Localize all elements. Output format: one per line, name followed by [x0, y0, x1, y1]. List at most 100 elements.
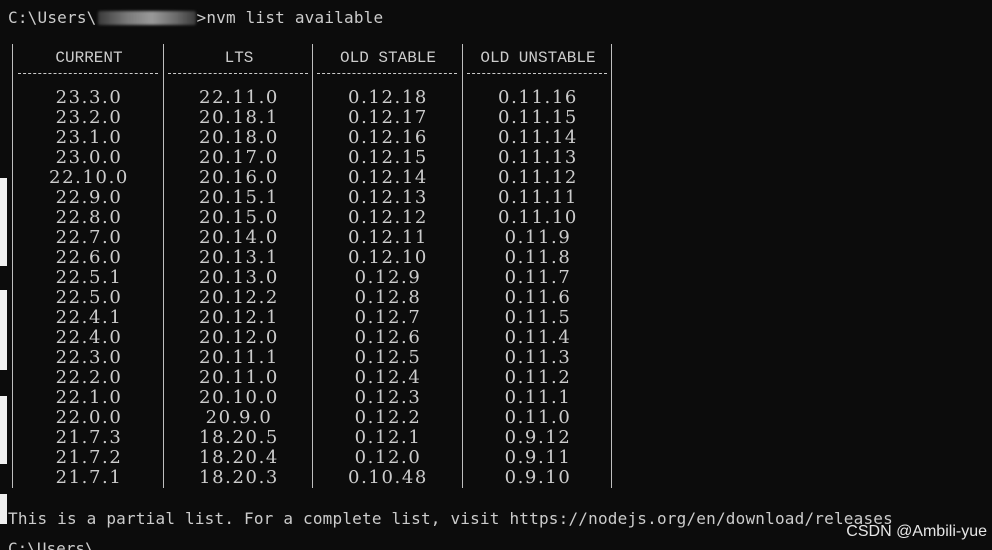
version-cell: 21.7.1 — [55, 467, 123, 488]
column-header-lts: LTS — [224, 49, 254, 67]
column-header-current: CURRENT — [55, 49, 123, 67]
version-cell: 22.6.0 — [55, 247, 123, 268]
version-cell: 20.12.0 — [199, 327, 279, 348]
version-cell: 22.1.0 — [55, 387, 123, 408]
version-cell: 18.20.5 — [199, 427, 279, 448]
version-cell: 0.11.8 — [504, 247, 572, 268]
version-cell: 20.9.0 — [205, 407, 273, 428]
version-cell: 0.11.0 — [504, 407, 572, 428]
version-cell: 0.11.16 — [498, 87, 578, 108]
partial-list-notice: This is a partial list. For a complete l… — [8, 509, 893, 528]
version-cell: 0.9.10 — [504, 467, 572, 488]
version-cell: 0.11.9 — [504, 227, 572, 248]
version-cell: 0.11.7 — [504, 267, 572, 288]
version-cell: 0.11.13 — [498, 147, 578, 168]
redacted-username — [97, 11, 196, 25]
column-divider — [163, 44, 164, 488]
version-cell: 20.12.1 — [199, 307, 279, 328]
version-cell: 0.9.12 — [504, 427, 572, 448]
version-cell: 0.12.3 — [354, 387, 422, 408]
version-cell: 22.8.0 — [55, 207, 123, 228]
version-cell: 23.0.0 — [55, 147, 123, 168]
version-cell: 20.18.1 — [199, 107, 279, 128]
next-prompt-line: C:\Users\ — [8, 541, 95, 550]
version-cell: 0.11.5 — [504, 307, 572, 328]
version-cell: 0.12.2 — [354, 407, 422, 428]
version-cell: 20.18.0 — [199, 127, 279, 148]
version-cell: 22.4.1 — [55, 307, 123, 328]
version-cell: 0.12.5 — [354, 347, 422, 368]
version-cell: 22.9.0 — [55, 187, 123, 208]
version-cell: 0.12.13 — [348, 187, 428, 208]
version-cell: 20.12.2 — [199, 287, 279, 308]
version-cell: 0.12.12 — [348, 207, 428, 228]
version-cell: 20.13.0 — [199, 267, 279, 288]
version-cell: 23.2.0 — [55, 107, 123, 128]
version-cell: 23.1.0 — [55, 127, 123, 148]
header-separator — [168, 73, 308, 76]
version-cell: 20.17.0 — [199, 147, 279, 168]
version-cell: 0.12.11 — [348, 227, 428, 248]
header-separator — [18, 73, 158, 76]
version-cell: 22.10.0 — [49, 167, 129, 188]
header-separator — [467, 73, 607, 76]
version-cell: 0.11.4 — [504, 327, 572, 348]
background-window-edge — [0, 0, 7, 550]
version-cell: 22.5.0 — [55, 287, 123, 308]
version-cell: 21.7.2 — [55, 447, 123, 468]
version-cell: 0.12.10 — [348, 247, 428, 268]
version-cell: 0.12.9 — [354, 267, 422, 288]
prompt-path-prefix: C:\Users\ — [8, 8, 97, 27]
version-cell: 0.9.11 — [504, 447, 572, 468]
version-cell: 20.16.0 — [199, 167, 279, 188]
column-divider — [12, 44, 13, 488]
typed-command: nvm list available — [206, 8, 384, 27]
version-cell: 0.12.18 — [348, 87, 428, 108]
column-divider — [611, 44, 612, 488]
version-cell: 22.0.0 — [55, 407, 123, 428]
version-cell: 20.11.0 — [199, 367, 279, 388]
version-cell: 18.20.3 — [199, 467, 279, 488]
version-cell: 0.12.17 — [348, 107, 428, 128]
version-cell: 0.11.1 — [504, 387, 572, 408]
version-cell: 22.5.1 — [55, 267, 123, 288]
version-cell: 0.12.4 — [354, 367, 422, 388]
version-cell: 0.12.15 — [348, 147, 428, 168]
version-cell: 0.11.6 — [504, 287, 572, 308]
version-cell: 20.15.0 — [199, 207, 279, 228]
version-cell: 0.12.14 — [348, 167, 428, 188]
version-cell: 0.12.8 — [354, 287, 422, 308]
version-cell: 20.10.0 — [199, 387, 279, 408]
header-separator — [317, 73, 457, 76]
version-cell: 22.3.0 — [55, 347, 123, 368]
version-cell: 22.11.0 — [199, 87, 279, 108]
version-cell: 20.11.1 — [199, 347, 279, 368]
version-cell: 0.12.16 — [348, 127, 428, 148]
version-cell: 22.7.0 — [55, 227, 123, 248]
version-cell: 20.15.1 — [199, 187, 279, 208]
csdn-watermark: CSDN @Ambili-yue — [846, 523, 987, 540]
version-cell: 0.11.15 — [498, 107, 578, 128]
column-divider — [312, 44, 313, 488]
version-cell: 20.14.0 — [199, 227, 279, 248]
version-cell: 18.20.4 — [199, 447, 279, 468]
version-cell: 23.3.0 — [55, 87, 123, 108]
terminal-window[interactable]: C:\Users\ >nvm list available CURRENT LTS O… — [0, 0, 992, 550]
version-cell: 0.10.48 — [348, 467, 428, 488]
version-cell: 20.13.1 — [199, 247, 279, 268]
versions-table: CURRENT LTS OLD STABLE OLD UNSTABLE 23.3.0 22… — [8, 44, 618, 489]
version-cell: 0.11.3 — [504, 347, 572, 368]
version-cell: 0.12.6 — [354, 327, 422, 348]
version-cell: 0.12.0 — [354, 447, 422, 468]
version-cell: 0.11.14 — [498, 127, 578, 148]
column-header-old-unstable: OLD UNSTABLE — [480, 49, 596, 67]
column-divider — [462, 44, 463, 488]
version-cell: 0.11.12 — [498, 167, 578, 188]
version-cell: 0.11.11 — [498, 187, 578, 208]
version-cell: 0.11.2 — [504, 367, 572, 388]
version-cell: 22.2.0 — [55, 367, 123, 388]
version-cell: 22.4.0 — [55, 327, 123, 348]
version-cell: 0.12.1 — [354, 427, 422, 448]
prompt-path-suffix: > — [196, 8, 207, 27]
version-cell: 21.7.3 — [55, 427, 123, 448]
